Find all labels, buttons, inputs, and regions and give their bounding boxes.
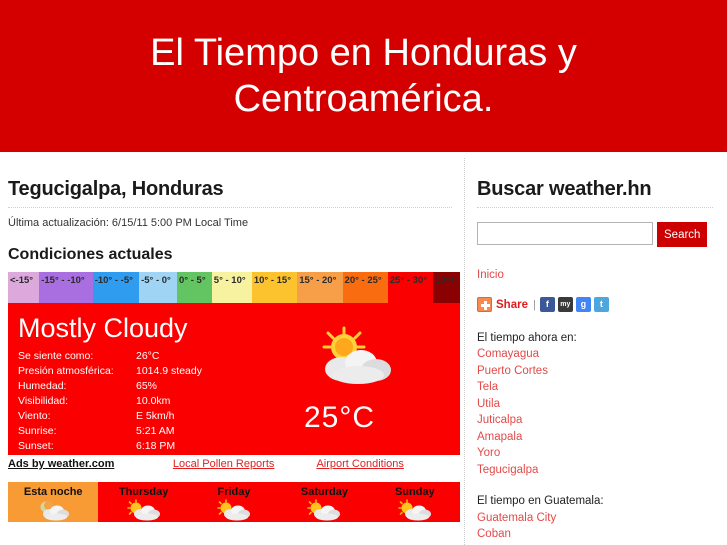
share-widget[interactable]: Share | f my g t	[477, 297, 713, 313]
sidebar-guatemala-city-link[interactable]: Guatemala City	[477, 510, 713, 527]
temperature-legend: <-15° -15° - -10° -10° - -5° -5° - 0° 0° - 5…	[8, 272, 460, 305]
legend-swatch: 15° - 20°	[297, 272, 343, 303]
sun-behind-cloud-icon	[98, 499, 188, 521]
search-button[interactable]: Search	[657, 222, 708, 247]
sidebar-city-link[interactable]: Utila	[477, 396, 713, 413]
forecast-day-column[interactable]: Friday	[188, 482, 280, 522]
forecast-day-label: Saturday	[300, 486, 348, 498]
guatemala-city-list: Guatemala City Coban	[477, 510, 713, 543]
myspace-icon[interactable]: my	[557, 297, 573, 312]
search-heading: Buscar weather.hn	[477, 178, 713, 208]
condition-value: 5:21 AM	[136, 425, 175, 437]
forecast-day-label: Esta noche	[23, 486, 83, 498]
condition-label: Sunset:	[18, 440, 54, 452]
sun-behind-cloud-icon	[322, 326, 391, 384]
condition-value: 65%	[136, 380, 158, 392]
forecast-day-label: Friday	[217, 486, 251, 498]
forecast-day-label: Thursday	[118, 486, 169, 498]
site-header: El Tiempo en Honduras y Centroamérica.	[0, 0, 727, 152]
condition-label: Presión atmosférica:	[18, 365, 114, 377]
night-cloud-icon	[8, 499, 98, 521]
condition-label: Viento:	[18, 410, 51, 422]
condition-row: Humedad: 65%	[18, 379, 266, 394]
current-conditions-table: Se siente como: 26°C Presión atmosférica: 1…	[18, 349, 266, 454]
condition-row: Se siente como: 26°C	[18, 349, 266, 364]
legend-swatch: -15° - -10°	[39, 272, 93, 303]
location-heading: Tegucigalpa, Honduras	[8, 178, 452, 208]
condition-value: 26°C	[136, 350, 160, 362]
legend-swatch: -5° - 0°	[139, 272, 178, 303]
sidebar-city-link[interactable]: Puerto Cortes	[477, 363, 713, 380]
sun-behind-cloud-icon	[189, 499, 279, 521]
condition-label: Visibilidad:	[18, 395, 69, 407]
sidebar-city-link[interactable]: Amapala	[477, 429, 713, 446]
weather-guatemala-label: El tiempo en Guatemala:	[477, 495, 604, 507]
legend-swatch: 5° - 10°	[211, 272, 252, 303]
google-icon[interactable]: g	[575, 297, 591, 312]
ads-links-row: Ads by weather.com Local Pollen Reports …	[8, 458, 460, 478]
sidebar-city-link[interactable]: Comayagua	[477, 346, 713, 363]
condition-value: 10.0km	[136, 395, 171, 407]
search-input[interactable]	[477, 222, 653, 245]
local-pollen-reports-link[interactable]: Local Pollen Reports	[173, 458, 317, 470]
sidebar-city-link[interactable]: Juticalpa	[477, 412, 713, 429]
current-conditions-panel: Mostly Cloudy Se siente como: 26°C Presión…	[8, 305, 460, 455]
legend-swatch: 30°+	[433, 272, 460, 303]
condition-row: Presión atmosférica: 1014.9 steady	[18, 364, 266, 379]
sidebar-city-link[interactable]: Yoro	[477, 445, 713, 462]
sun-behind-cloud-icon	[370, 499, 460, 521]
sidebar: Buscar weather.hn Search Inicio Share | …	[465, 152, 727, 545]
legend-swatch: <-15°	[8, 272, 40, 303]
last-updated-text: Última actualización: 6/15/11 5:00 PM Lo…	[8, 217, 249, 229]
sidebar-link-inicio[interactable]: Inicio	[477, 267, 713, 284]
share-label[interactable]: Share	[496, 299, 528, 311]
forecast-day-label: Sunday	[394, 486, 435, 498]
forecast-day-column[interactable]: Esta noche	[8, 482, 99, 522]
facebook-icon[interactable]: f	[539, 297, 555, 312]
page-title: El Tiempo en Honduras y Centroamérica.	[150, 32, 577, 120]
weather-now-label: El tiempo ahora en:	[477, 331, 577, 344]
condition-label: Humedad:	[18, 380, 67, 392]
search-row: Search	[477, 222, 713, 247]
condition-value: E 5km/h	[136, 410, 175, 422]
legend-swatch: 10° - 15°	[251, 272, 298, 303]
forecast-day-column[interactable]: Saturday	[279, 482, 370, 522]
sidebar-city-link[interactable]: Tegucigalpa	[477, 462, 713, 479]
now-city-list: Comayagua Puerto Cortes Tela Utila Juticalpa…	[477, 346, 713, 478]
twitter-icon[interactable]: t	[593, 297, 609, 312]
forecast-day-column[interactable]: Thursday	[98, 482, 189, 522]
condition-value: 6:18 PM	[136, 440, 176, 452]
sun-behind-cloud-icon	[279, 499, 369, 521]
page-body: Tegucigalpa, Honduras Última actualizaci…	[0, 152, 727, 545]
legend-swatch: 20° - 25°	[342, 272, 388, 303]
current-temperature: 25°C	[304, 401, 376, 434]
forecast-strip: Esta noche Thursday Friday Saturday Sund…	[8, 482, 460, 522]
forecast-day-column[interactable]: Sunday	[369, 482, 460, 522]
condition-value: 1014.9 steady	[136, 365, 202, 377]
legend-swatch: 25° - 30°	[387, 272, 434, 303]
condition-label: Se siente como:	[18, 350, 94, 362]
condition-row: Visibilidad: 10.0km	[18, 394, 266, 409]
share-separator: |	[532, 298, 536, 311]
airport-conditions-link[interactable]: Airport Conditions	[316, 458, 460, 470]
condition-row: Viento: E 5km/h	[18, 409, 266, 424]
sidebar-guatemala-city-link[interactable]: Coban	[477, 526, 713, 543]
sidebar-city-link[interactable]: Tela	[477, 379, 713, 396]
ads-by-weather-label: Ads by weather.com	[8, 458, 115, 470]
condition-row: Sunset: 6:18 PM	[18, 439, 266, 454]
condition-label: Sunrise:	[18, 425, 57, 437]
condition-row: Sunrise: 5:21 AM	[18, 424, 266, 439]
addthis-plus-icon[interactable]	[477, 297, 492, 312]
main-column: Tegucigalpa, Honduras Última actualizaci…	[0, 152, 464, 545]
current-conditions-heading: Condiciones actuales	[8, 246, 173, 263]
legend-swatch: 0° - 5°	[177, 272, 212, 303]
legend-swatch: -10° - -5°	[92, 272, 140, 303]
